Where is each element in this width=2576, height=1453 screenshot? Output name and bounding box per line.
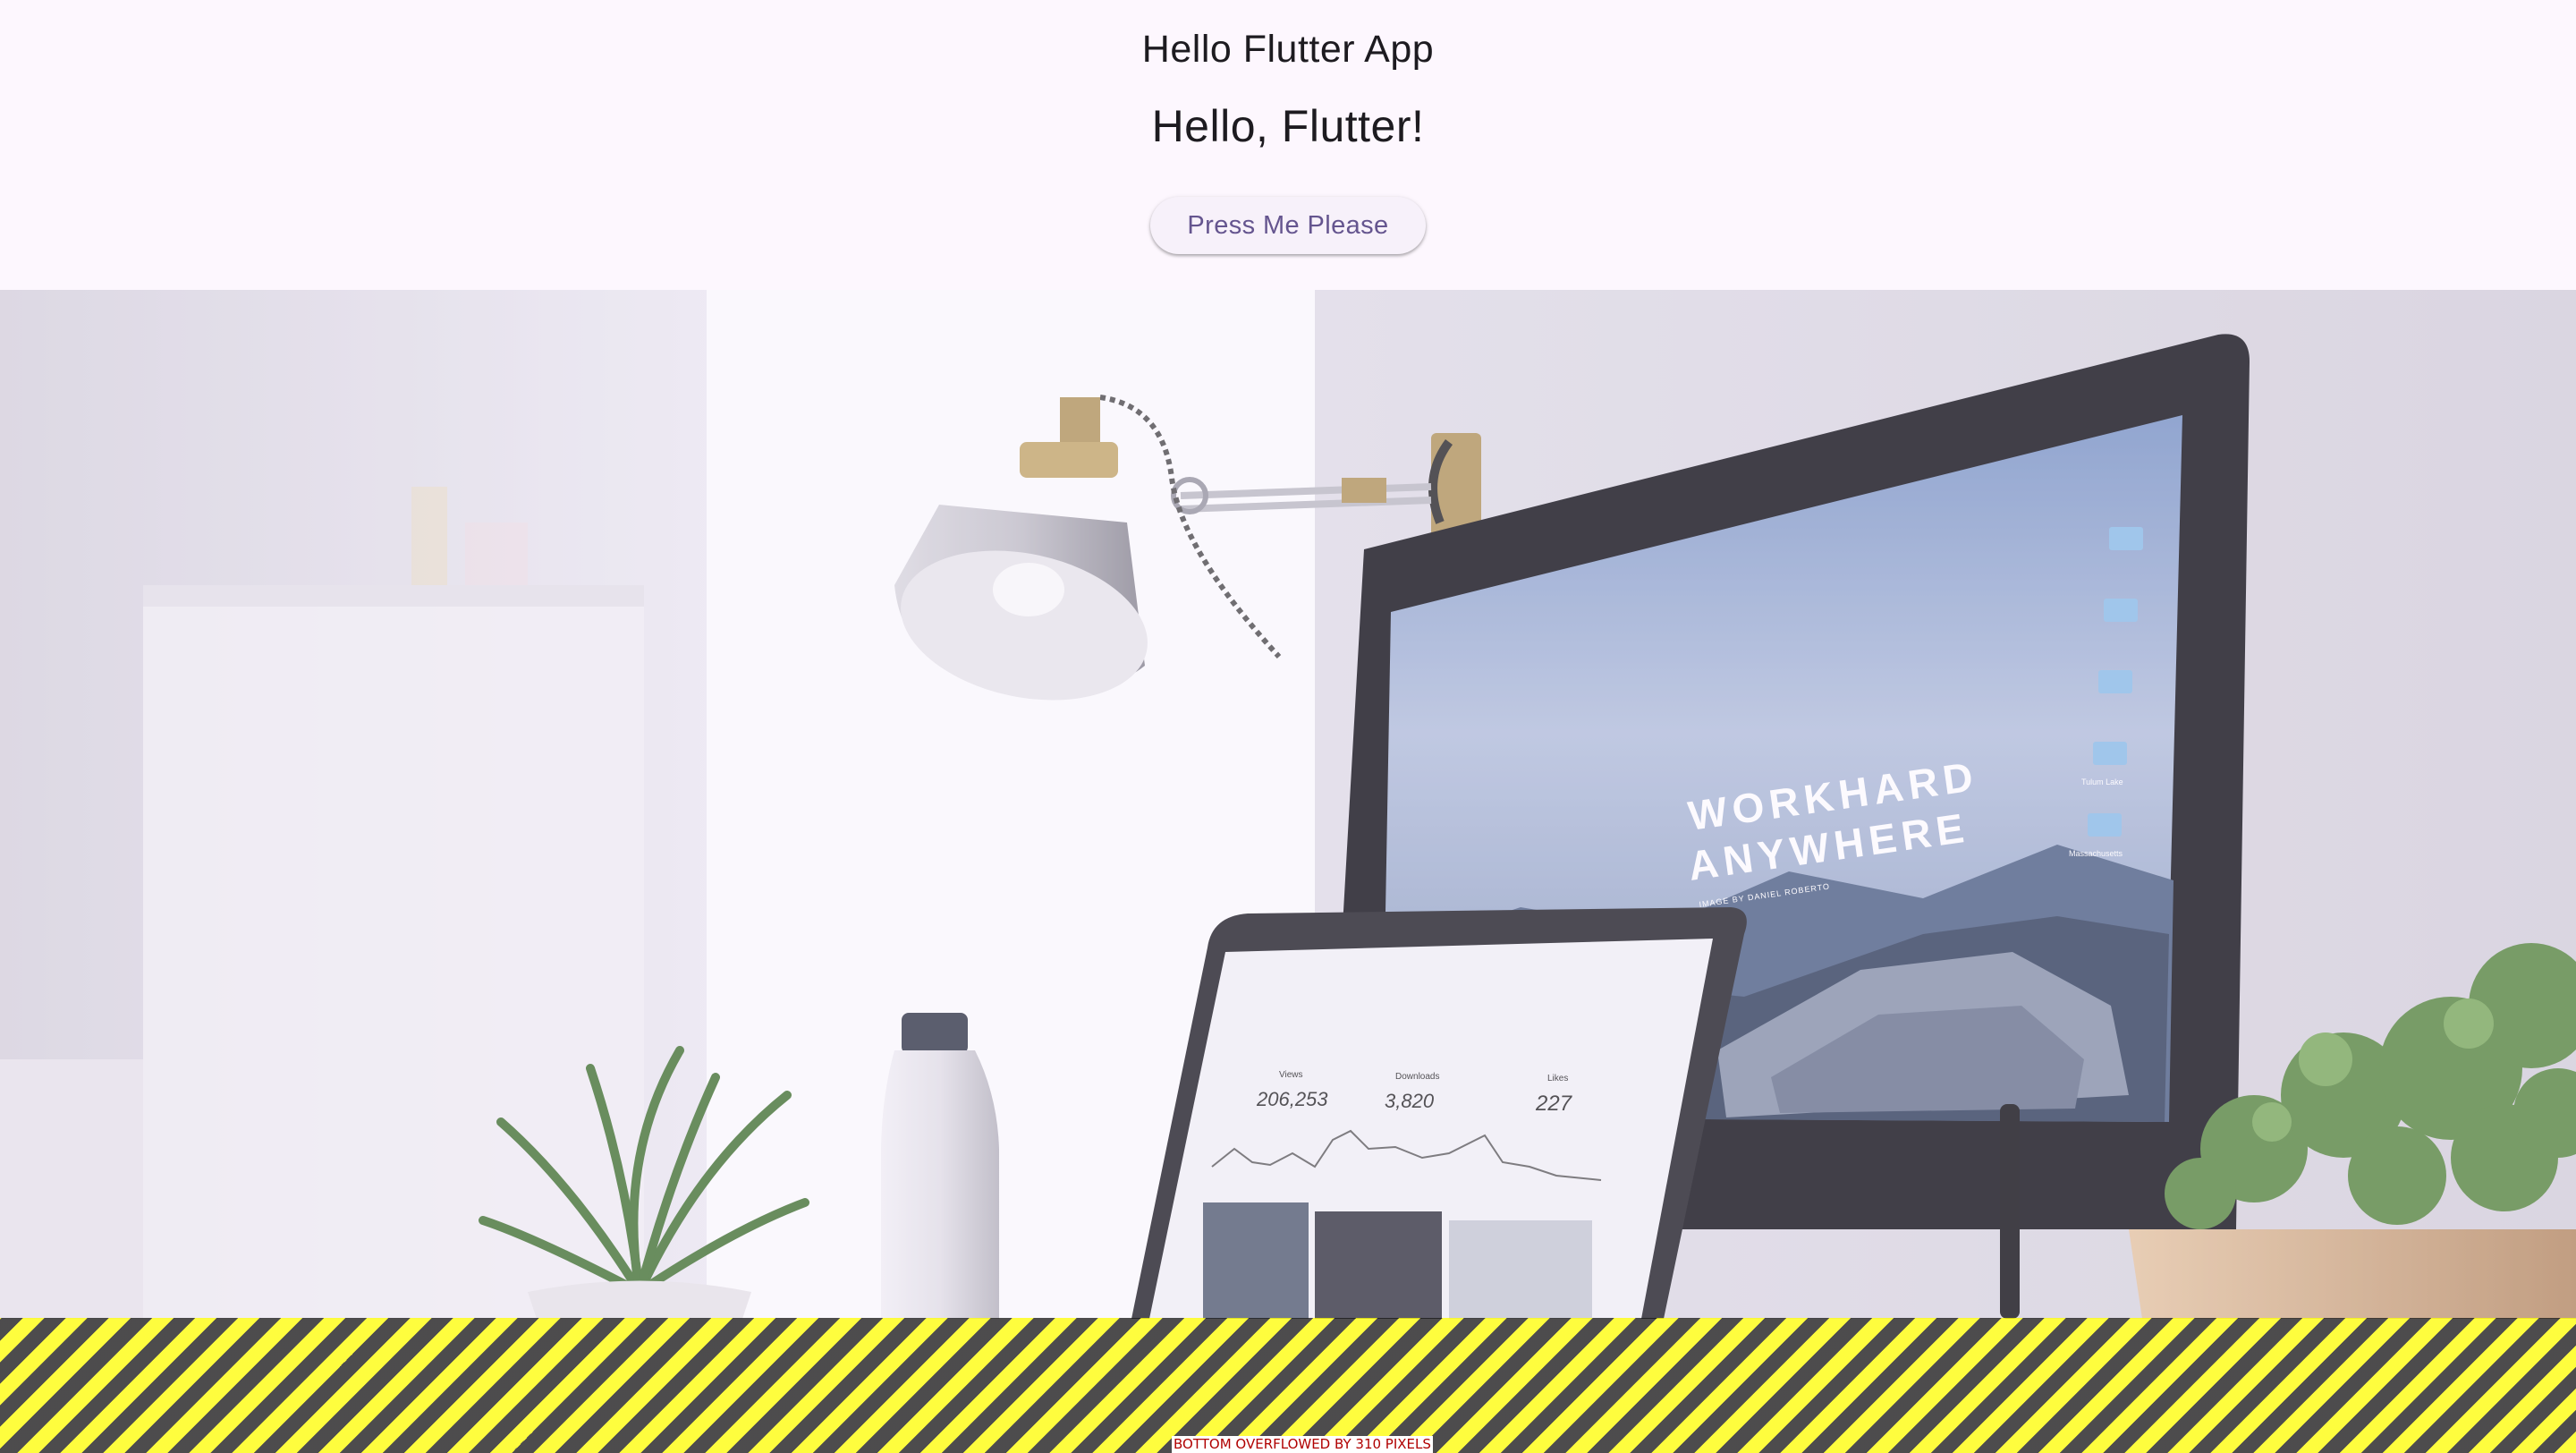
greeting-heading: Hello, Flutter! xyxy=(1151,101,1425,151)
app-bar-title: Hello Flutter App xyxy=(1141,27,1435,71)
app-bar: Hello Flutter App xyxy=(0,0,2576,98)
press-me-button[interactable]: Press Me Please xyxy=(1150,197,1426,254)
flutter-app-window: Hello Flutter App Hello, Flutter! Press … xyxy=(0,0,2576,1453)
workspace-photo: WORKHARD ANYWHERE IMAGE BY DANIEL ROBERT… xyxy=(0,290,2576,1319)
overflow-warning-stripes xyxy=(0,1318,2576,1453)
overflow-error-label: BOTTOM OVERFLOWED BY 310 PIXELS xyxy=(1172,1436,1433,1453)
